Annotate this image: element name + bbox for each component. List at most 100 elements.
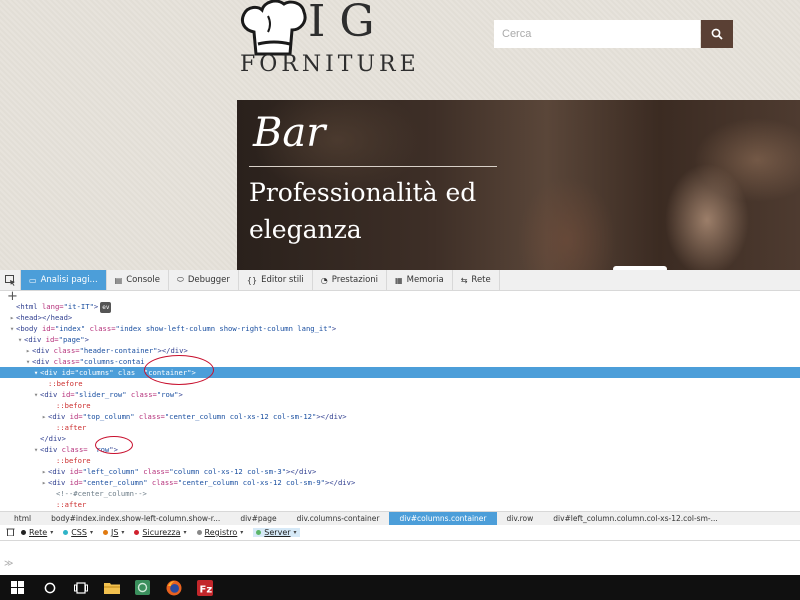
markup-row[interactable]: ::after xyxy=(0,422,800,433)
breadcrumb-item[interactable]: html xyxy=(0,512,41,525)
collapse-arrow-icon[interactable]: ▾ xyxy=(16,334,24,345)
markup-row[interactable]: ▾ <div id="slider_row" class="row"> xyxy=(0,389,800,400)
markup-row[interactable]: ▸ <div class="header-container"></div> xyxy=(0,345,800,356)
markup-tag: <div xyxy=(48,412,70,421)
console-filter-registro[interactable]: Registro ▾ xyxy=(196,528,243,537)
markup-row[interactable]: <!--#center_column--> xyxy=(0,488,800,499)
markup-tag: <div xyxy=(40,390,62,399)
filter-label: Sicurezza xyxy=(142,528,181,537)
markup-attr: class= xyxy=(53,357,80,366)
site-logo[interactable]: IG FORNITURE xyxy=(238,0,478,82)
selected-node-row[interactable]: ▾ <div id="columns" clas "container"> xyxy=(0,367,800,378)
expand-arrow-icon[interactable]: ▸ xyxy=(40,477,48,488)
filter-dot-icon xyxy=(21,530,26,535)
annotation-ellipse xyxy=(144,355,214,385)
markup-pseudo: ::after xyxy=(56,423,87,432)
chevron-down-icon: ▾ xyxy=(50,529,54,536)
markup-tag: <div xyxy=(40,368,62,377)
task-view-icon[interactable] xyxy=(65,575,96,600)
markup-val: "index" xyxy=(54,324,90,333)
expand-arrow-icon[interactable]: ▸ xyxy=(40,466,48,477)
tab-memory[interactable]: ▦ Memoria xyxy=(387,270,453,290)
devtools-panel: ▭ Analisi pagi... ▤ Console ⬭ Debugger{} Edito… xyxy=(0,270,800,575)
markup-row[interactable]: <html lang="it-IT"> ev xyxy=(0,301,800,313)
filter-dot-icon xyxy=(102,530,108,535)
markup-row[interactable]: ▸ <div id="top_column" class="center_colu… xyxy=(0,411,800,422)
console-filter-sicurezza[interactable]: Sicurezza ▾ xyxy=(134,528,187,537)
markup-row[interactable]: ▸ <div id="left_column" class="column col… xyxy=(0,466,800,477)
cortana-icon[interactable] xyxy=(34,575,65,600)
breadcrumb-item[interactable]: div.row xyxy=(497,512,544,525)
filezilla-icon[interactable]: Fz xyxy=(189,575,220,600)
console-input[interactable]: ≫ xyxy=(0,557,800,573)
markup-row[interactable]: ::before xyxy=(0,378,800,389)
markup-row[interactable]: ▸ <div id="center_column" class="center_c… xyxy=(0,477,800,488)
element-picker-icon xyxy=(4,274,15,286)
breadcrumb-item[interactable]: div#columns.container xyxy=(389,512,497,525)
breadcrumb-item[interactable]: div#page xyxy=(230,512,286,525)
markup-attr: id= xyxy=(61,368,75,377)
markup-pseudo: ::after xyxy=(56,500,87,509)
markup-tag: <head></head> xyxy=(16,313,73,322)
markup-attr: id= xyxy=(69,412,83,421)
markup-row[interactable]: ▾ <div id="page"> xyxy=(0,334,800,345)
markup-attr: class= xyxy=(138,412,165,421)
tab-style-editor[interactable]: {} Editor stili xyxy=(239,270,313,290)
markup-tag: <div xyxy=(48,467,70,476)
markup-tag: <body xyxy=(16,324,42,333)
search-button[interactable] xyxy=(701,20,733,48)
collapse-arrow-icon[interactable]: ▾ xyxy=(32,444,40,455)
tab-console[interactable]: ▤ Console xyxy=(107,270,169,290)
markup-row[interactable]: ::before xyxy=(0,455,800,466)
element-picker-button[interactable] xyxy=(0,270,21,290)
console-filter-css[interactable]: CSS ▾ xyxy=(63,528,93,537)
markup-attr: id= xyxy=(61,390,75,399)
app-icon[interactable] xyxy=(127,575,158,600)
web-page-viewport: IG FORNITURE Bar Professionalità ed eleg… xyxy=(0,0,800,270)
markup-val: "center_column col-xs-12 col-sm-9" xyxy=(177,478,325,487)
markup-tag: ></div> xyxy=(286,467,317,476)
markup-val: "slider_row" xyxy=(74,390,131,399)
breadcrumb-item[interactable]: div#left_column.column.col-xs-12.col-sm-… xyxy=(543,512,728,525)
markup-row[interactable]: ::before xyxy=(0,400,800,411)
chevron-down-icon: ▾ xyxy=(121,529,125,536)
markup-tag: > xyxy=(84,335,89,344)
markup-row[interactable]: ::after xyxy=(0,499,800,510)
tab-debugger[interactable]: ⬭ Debugger xyxy=(169,270,239,290)
expand-arrow-icon[interactable]: ▸ xyxy=(8,312,16,323)
windows-start-icon[interactable] xyxy=(0,575,34,600)
markup-pseudo: ::before xyxy=(56,401,91,410)
breadcrumb-item[interactable]: div.columns-container xyxy=(287,512,390,525)
tab-network[interactable]: ⇆ Rete xyxy=(453,270,500,290)
performance-icon: ◔ xyxy=(320,275,328,285)
filter-dot-icon xyxy=(134,530,140,535)
console-filter-server[interactable]: Server ▾ xyxy=(253,528,300,537)
markup-row[interactable]: ▾ <div class="columns-contai xyxy=(0,356,800,367)
collapse-arrow-icon[interactable]: ▾ xyxy=(32,367,40,378)
collapse-arrow-icon[interactable]: ▾ xyxy=(24,356,32,367)
markup-val: "index show-left-column show-right-colum… xyxy=(115,324,332,333)
windows-taskbar: Fz xyxy=(0,575,800,600)
clear-console-icon[interactable] xyxy=(6,527,15,538)
markup-row[interactable]: ▸ <head></head> xyxy=(0,312,800,323)
expand-arrow-icon[interactable]: ▸ xyxy=(40,411,48,422)
markup-tag: <div xyxy=(24,335,46,344)
collapse-arrow-icon[interactable]: ▾ xyxy=(8,323,16,334)
markup-val: "center_column" xyxy=(82,478,152,487)
console-filter-rete[interactable]: Rete ▾ xyxy=(21,528,53,537)
search-input[interactable] xyxy=(494,20,700,48)
expand-arrow-icon[interactable]: ▸ xyxy=(24,345,32,356)
file-explorer-icon[interactable] xyxy=(96,575,127,600)
firefox-icon[interactable] xyxy=(158,575,189,600)
tab-performance[interactable]: ◔ Prestazioni xyxy=(313,270,388,290)
collapse-arrow-icon[interactable]: ▾ xyxy=(32,389,40,400)
console-filter-js[interactable]: JS ▾ xyxy=(102,528,125,537)
hero-banner[interactable]: Bar Professionalità ed eleganza xyxy=(237,100,800,270)
chevron-down-icon: ▾ xyxy=(293,529,297,536)
markup-view[interactable]: <html lang="it-IT"> ev ▸ <head></head> ▾ <bod… xyxy=(0,301,800,511)
filter-label: Rete xyxy=(29,528,48,537)
breadcrumb-item[interactable]: body#index.index.show-left-column.show-r… xyxy=(41,512,230,525)
markup-attr: class= xyxy=(89,324,116,333)
markup-row[interactable]: ▾ <body id="index" class="index show-left… xyxy=(0,323,800,334)
tab-inspector[interactable]: ▭ Analisi pagi... xyxy=(21,270,107,290)
